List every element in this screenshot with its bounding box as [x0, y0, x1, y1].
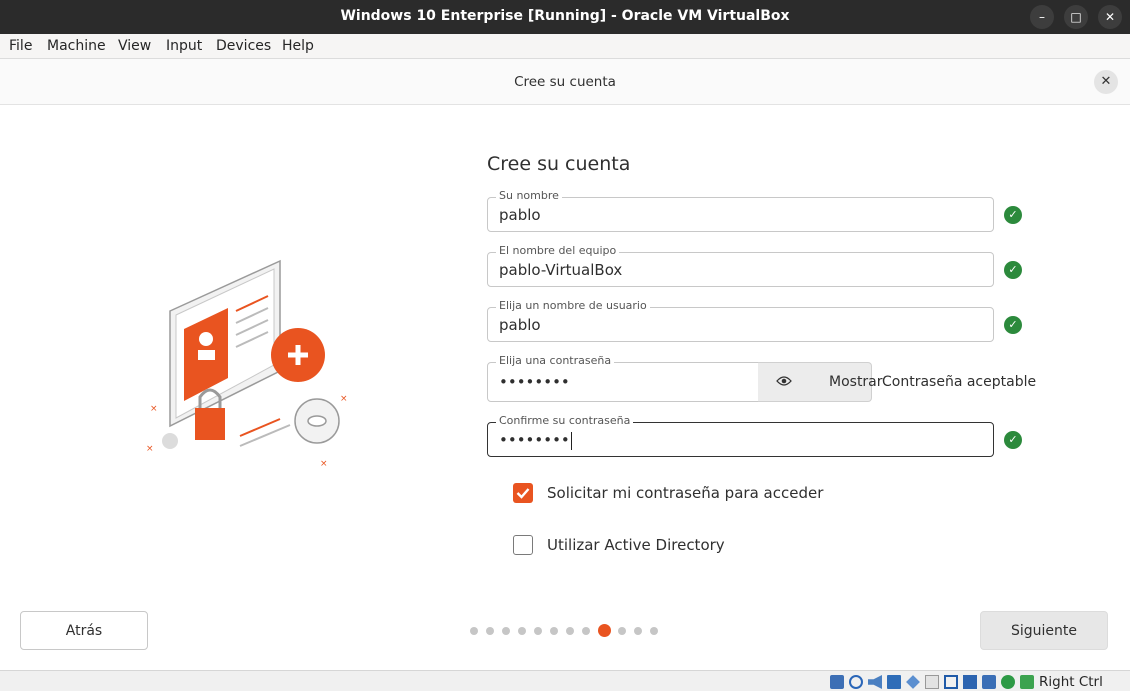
window-title: Windows 10 Enterprise [Running] - Oracle…: [340, 8, 790, 24]
menu-bar: File Machine View Input Devices Help: [0, 34, 1130, 59]
active-directory-checkbox[interactable]: [513, 535, 533, 555]
mouse-integration-icon[interactable]: [1001, 675, 1015, 689]
progress-dot: [618, 627, 626, 635]
maximize-button[interactable]: □: [1064, 5, 1088, 29]
account-illustration: × × × ×: [146, 259, 348, 466]
shared-folder-icon[interactable]: [925, 675, 939, 689]
text-caret: [570, 431, 572, 450]
close-icon: ✕: [1104, 10, 1116, 24]
maximize-icon: □: [1070, 10, 1082, 24]
username-valid-icon: ✓: [1004, 316, 1022, 334]
progress-dot: [486, 627, 494, 635]
password-field[interactable]: Elija una contraseña ••••••••: [487, 354, 759, 402]
menu-input[interactable]: Input: [166, 38, 202, 54]
menu-machine[interactable]: Machine: [47, 38, 106, 54]
host-key-label: Right Ctrl: [1039, 674, 1103, 690]
audio-icon[interactable]: [868, 675, 882, 689]
progress-dot: [534, 627, 542, 635]
minimize-button[interactable]: –: [1030, 5, 1054, 29]
show-password-button[interactable]: Mostrar: [758, 362, 883, 402]
keyboard-icon[interactable]: [1020, 675, 1034, 689]
password-value: ••••••••: [499, 373, 570, 391]
progress-dot: [470, 627, 478, 635]
progress-dot: [502, 627, 510, 635]
confirm-password-label: Confirme su contraseña: [496, 414, 634, 427]
progress-dot: [518, 627, 526, 635]
menu-file[interactable]: File: [9, 38, 32, 54]
hostname-valid-icon: ✓: [1004, 261, 1022, 279]
password-strength-text: Contraseña aceptable: [882, 374, 1037, 390]
hostname-value: pablo-VirtualBox: [499, 261, 623, 279]
display-icon[interactable]: [944, 675, 958, 689]
close-icon: ✕: [1100, 74, 1112, 89]
installer-header: Cree su cuenta ✕: [0, 59, 1130, 105]
header-title: Cree su cuenta: [514, 74, 616, 90]
close-window-button[interactable]: ✕: [1098, 5, 1122, 29]
menu-view[interactable]: View: [118, 38, 151, 54]
vm-statusbar: Right Ctrl: [0, 670, 1130, 691]
confirm-password-value: ••••••••: [499, 431, 572, 450]
username-value: pablo: [499, 316, 541, 334]
svg-text:×: ×: [340, 394, 348, 404]
network-icon[interactable]: [887, 675, 901, 689]
cpu-icon[interactable]: [982, 675, 996, 689]
back-button[interactable]: Atrás: [20, 611, 148, 650]
confirm-valid-icon: ✓: [1004, 431, 1022, 449]
usb-icon[interactable]: [906, 675, 920, 689]
hostname-field[interactable]: El nombre del equipo pablo-VirtualBox: [487, 244, 994, 287]
minimize-icon: –: [1039, 10, 1045, 24]
progress-dot: [650, 627, 658, 635]
require-password-checkbox[interactable]: [513, 483, 533, 503]
window-titlebar: Windows 10 Enterprise [Running] - Oracle…: [0, 0, 1130, 34]
hard-disk-icon[interactable]: [830, 675, 844, 689]
hostname-label: El nombre del equipo: [496, 244, 620, 257]
form-heading: Cree su cuenta: [487, 153, 631, 175]
password-label: Elija una contraseña: [496, 354, 615, 367]
progress-dot: [634, 627, 642, 635]
svg-text:×: ×: [146, 444, 154, 454]
username-field[interactable]: Elija un nombre de usuario pablo: [487, 299, 994, 342]
checkmark-icon: [516, 488, 530, 499]
progress-dot: [550, 627, 558, 635]
progress-dot: [566, 627, 574, 635]
video-capture-icon[interactable]: [963, 675, 977, 689]
menu-devices[interactable]: Devices: [216, 38, 271, 54]
menu-help[interactable]: Help: [282, 38, 314, 54]
eye-icon: [776, 376, 792, 386]
progress-dot: [582, 627, 590, 635]
active-directory-label[interactable]: Utilizar Active Directory: [547, 536, 725, 554]
require-password-label[interactable]: Solicitar mi contraseña para acceder: [547, 484, 823, 502]
username-label: Elija un nombre de usuario: [496, 299, 650, 312]
confirm-password-field[interactable]: Confirme su contraseña ••••••••: [487, 414, 994, 457]
progress-dot-current: [598, 624, 611, 637]
installer-close-button[interactable]: ✕: [1094, 70, 1118, 94]
name-value: pablo: [499, 206, 541, 224]
next-button[interactable]: Siguiente: [980, 611, 1108, 650]
name-valid-icon: ✓: [1004, 206, 1022, 224]
name-field[interactable]: Su nombre pablo: [487, 189, 994, 232]
show-password-label: Mostrar: [829, 374, 883, 390]
optical-drive-icon[interactable]: [849, 675, 863, 689]
name-label: Su nombre: [496, 189, 562, 202]
svg-text:×: ×: [150, 404, 158, 414]
guest-screen: Cree su cuenta ✕ × × × × Cree su cuenta …: [0, 59, 1130, 670]
svg-text:×: ×: [320, 459, 328, 466]
